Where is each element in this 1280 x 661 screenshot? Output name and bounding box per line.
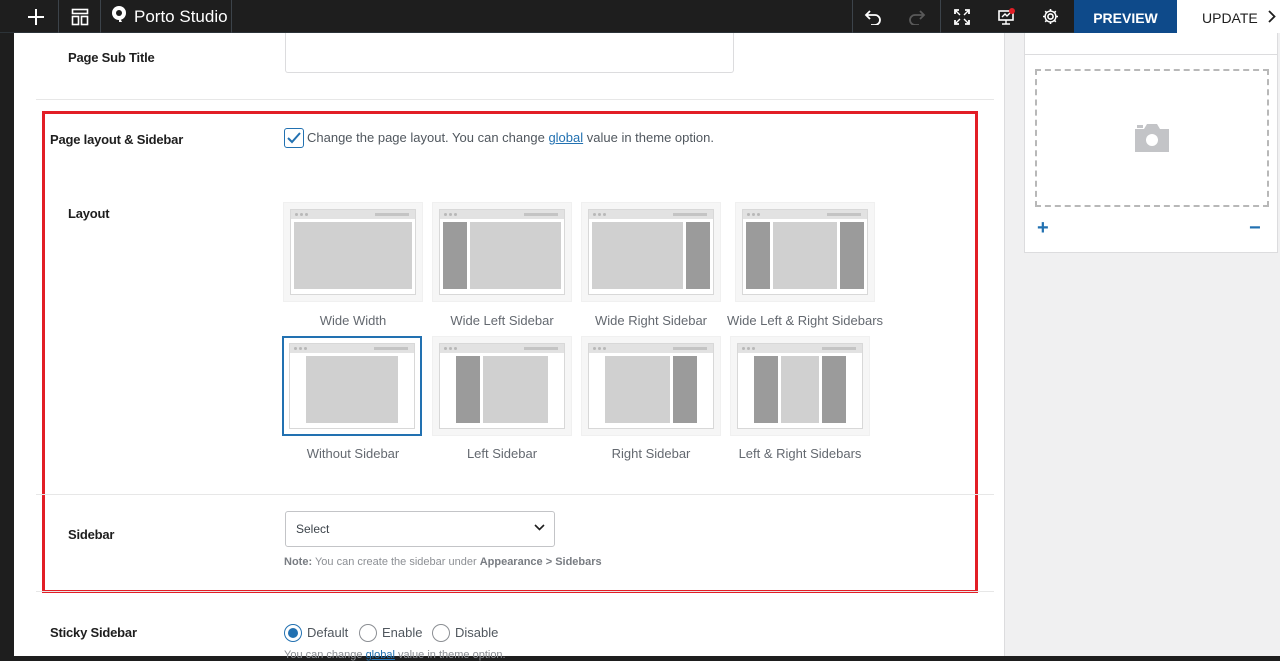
layout-option-left-sidebar[interactable] bbox=[432, 336, 572, 436]
layout-option-wide-right-sidebar[interactable] bbox=[581, 202, 721, 302]
page-layout-sidebar-label: Page layout & Sidebar bbox=[50, 132, 184, 147]
toolbar-divider bbox=[58, 0, 59, 33]
plus-icon[interactable] bbox=[20, 0, 52, 33]
panel-header bbox=[1025, 33, 1277, 55]
remove-image-button[interactable]: − bbox=[1249, 217, 1261, 240]
layout-caption: Without Sidebar bbox=[306, 446, 400, 461]
featured-image-panel: + − bbox=[1024, 33, 1278, 253]
layout-option-wide-left-right-sidebars[interactable] bbox=[735, 202, 875, 302]
presentation-icon[interactable] bbox=[990, 0, 1022, 33]
sticky-note: You can change global value in theme opt… bbox=[284, 649, 506, 661]
porto-logo-icon bbox=[110, 5, 128, 28]
note-path: Appearance > Sidebars bbox=[479, 556, 602, 568]
settings-icon[interactable] bbox=[1034, 0, 1066, 33]
sidebar-select[interactable]: Select bbox=[285, 511, 555, 547]
note-text: You can create the sidebar under bbox=[312, 556, 480, 568]
sticky-note-after: value in theme option. bbox=[394, 649, 506, 661]
sticky-radio-enable[interactable] bbox=[359, 624, 377, 642]
editor-area: Page Sub Title Page layout & Sidebar Cha… bbox=[14, 33, 1280, 661]
page-layout-text-after: value in theme option. bbox=[583, 130, 714, 145]
row-divider bbox=[36, 494, 994, 495]
layout-option-wide-left-sidebar[interactable] bbox=[432, 202, 572, 302]
page-options-panel: Page Sub Title Page layout & Sidebar Cha… bbox=[14, 33, 1005, 661]
page-layout-description: Change the page layout. You can change g… bbox=[307, 130, 714, 145]
layout-caption: Wide Left Sidebar bbox=[450, 313, 554, 328]
camera-icon bbox=[1135, 124, 1169, 152]
redo-icon[interactable] bbox=[901, 0, 933, 33]
add-image-button[interactable]: + bbox=[1037, 217, 1049, 240]
page-sub-title-label: Page Sub Title bbox=[68, 50, 155, 65]
layout-option-left-right-sidebars[interactable] bbox=[730, 336, 870, 436]
layout-option-right-sidebar[interactable] bbox=[581, 336, 721, 436]
sticky-option-label: Default bbox=[307, 625, 349, 640]
sticky-radio-default[interactable] bbox=[284, 624, 302, 642]
sticky-global-link[interactable]: global bbox=[366, 649, 395, 661]
sidebar-note: Note: You can create the sidebar under A… bbox=[284, 556, 602, 568]
update-button[interactable]: UPDATE bbox=[1177, 0, 1280, 36]
layout-caption: Right Sidebar bbox=[611, 446, 691, 461]
note-prefix: Note: bbox=[284, 556, 313, 568]
toolbar-divider bbox=[100, 0, 101, 33]
layout-caption: Left & Right Sidebars bbox=[738, 446, 862, 461]
layout-caption: Wide Width bbox=[319, 313, 387, 328]
left-rail bbox=[0, 33, 14, 656]
layout-caption: Wide Left & Right Sidebars bbox=[726, 313, 884, 328]
page-layout-text-before: Change the page layout. You can change bbox=[307, 130, 549, 145]
toolbar-divider bbox=[231, 0, 232, 33]
global-link[interactable]: global bbox=[548, 130, 583, 145]
sticky-option-label: Enable bbox=[382, 625, 423, 640]
chevron-down-icon bbox=[534, 524, 545, 531]
layout-caption: Wide Right Sidebar bbox=[595, 313, 707, 328]
preview-button[interactable]: PREVIEW bbox=[1074, 0, 1177, 36]
brand-name: Porto Studio bbox=[134, 6, 228, 26]
layout-label: Layout bbox=[68, 206, 110, 221]
checkmark-icon bbox=[287, 132, 301, 144]
sidebar-select-value: Select bbox=[296, 522, 330, 536]
image-drop-area[interactable] bbox=[1035, 69, 1269, 207]
page-layout-checkbox[interactable] bbox=[284, 128, 304, 148]
sticky-sidebar-label: Sticky Sidebar bbox=[50, 625, 137, 640]
chevron-right-icon bbox=[1268, 10, 1276, 26]
undo-icon[interactable] bbox=[857, 0, 889, 33]
page-sub-title-input[interactable] bbox=[285, 33, 734, 73]
sticky-option-label: Disable bbox=[455, 625, 499, 640]
fullscreen-icon[interactable] bbox=[946, 0, 978, 33]
layout-option-wide-width[interactable] bbox=[283, 202, 423, 302]
row-divider bbox=[36, 591, 994, 592]
update-label: UPDATE bbox=[1202, 10, 1258, 26]
layout-option-without-sidebar[interactable] bbox=[282, 336, 422, 436]
sidebar-label: Sidebar bbox=[68, 527, 115, 542]
top-toolbar: Porto Studio PREVIEW UPDATE bbox=[0, 0, 1280, 36]
sticky-radio-disable[interactable] bbox=[432, 624, 450, 642]
layout-caption: Left Sidebar bbox=[466, 446, 538, 461]
row-divider bbox=[36, 99, 994, 100]
toolbar-divider bbox=[852, 0, 853, 33]
layout-icon[interactable] bbox=[64, 0, 96, 33]
brand[interactable]: Porto Studio bbox=[110, 0, 228, 33]
sticky-note-before: You can change bbox=[284, 649, 366, 661]
toolbar-divider bbox=[940, 0, 941, 33]
